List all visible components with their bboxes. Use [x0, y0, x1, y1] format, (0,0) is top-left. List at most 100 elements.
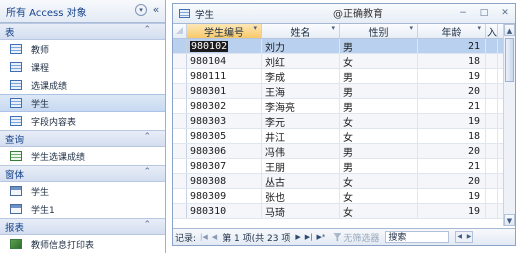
name-cell[interactable]: 刘力	[262, 39, 340, 53]
sex-cell[interactable]: 女	[340, 114, 418, 128]
table-row[interactable]: 980102 刘力 男 21	[173, 39, 515, 54]
table-row[interactable]: 980302 李海亮 男 21	[173, 99, 515, 114]
student-id-cell[interactable]: 980302	[187, 99, 262, 113]
name-cell[interactable]: 井江	[262, 129, 340, 143]
name-cell[interactable]: 王海	[262, 84, 340, 98]
sex-cell[interactable]: 女	[340, 129, 418, 143]
record-selector[interactable]	[173, 114, 187, 128]
nav-item[interactable]: 学生	[0, 94, 165, 112]
enroll-cell[interactable]	[486, 99, 498, 113]
student-id-cell[interactable]: 980102	[187, 39, 262, 53]
nav-group-header[interactable]: 表 ⌃	[0, 23, 165, 40]
record-selector[interactable]	[173, 54, 187, 68]
age-cell[interactable]: 18	[418, 129, 486, 143]
last-record-icon[interactable]: ▶|	[305, 233, 313, 241]
chevron-down-icon[interactable]: ▾	[135, 4, 147, 16]
student-id-cell[interactable]: 980309	[187, 189, 262, 203]
nav-pane-header[interactable]: 所有 Access 对象 ▾ «	[0, 0, 165, 23]
scroll-down-icon[interactable]: ▼	[504, 214, 515, 226]
double-chevron-left-icon[interactable]: «	[150, 4, 162, 16]
dropdown-arrow-icon[interactable]: ▾	[477, 24, 481, 32]
age-cell[interactable]: 19	[418, 69, 486, 83]
table-row[interactable]: 980301 王海 男 20	[173, 84, 515, 99]
sex-cell[interactable]: 男	[340, 99, 418, 113]
previous-record-icon[interactable]: ◀	[212, 233, 217, 241]
name-cell[interactable]: 王朋	[262, 159, 340, 173]
age-cell[interactable]: 21	[418, 39, 486, 53]
student-id-cell[interactable]: 980303	[187, 114, 262, 128]
document-tab[interactable]: 学生 @正确教育 − □ ✕	[173, 4, 515, 24]
column-header-student-id[interactable]: 学生编号 ▾	[187, 24, 262, 39]
table-row[interactable]: 980309 张也 女 19	[173, 189, 515, 204]
name-cell[interactable]: 丛古	[262, 174, 340, 188]
sex-cell[interactable]: 男	[340, 144, 418, 158]
select-all-button[interactable]	[173, 24, 187, 38]
sex-cell[interactable]: 男	[340, 159, 418, 173]
student-id-cell[interactable]: 980305	[187, 129, 262, 143]
column-header-enroll[interactable]: 入	[486, 24, 498, 38]
dropdown-arrow-icon[interactable]: ▾	[409, 24, 413, 32]
enroll-cell[interactable]	[486, 189, 498, 203]
record-selector[interactable]	[173, 159, 187, 173]
record-selector[interactable]	[173, 84, 187, 98]
first-record-icon[interactable]: |◀	[200, 233, 208, 241]
name-cell[interactable]: 马琦	[262, 204, 340, 218]
table-row[interactable]: 980306 冯伟 男 20	[173, 144, 515, 159]
table-row[interactable]: 980310 马琦 女 19	[173, 204, 515, 219]
age-cell[interactable]: 18	[418, 54, 486, 68]
new-record-icon[interactable]: ▶*	[316, 233, 325, 241]
name-cell[interactable]: 李海亮	[262, 99, 340, 113]
student-id-cell[interactable]: 980104	[187, 54, 262, 68]
enroll-cell[interactable]	[486, 129, 498, 143]
record-selector[interactable]	[173, 69, 187, 83]
nav-item[interactable]: 教师信息打印表	[0, 235, 165, 253]
table-row[interactable]: 980305 井江 女 18	[173, 129, 515, 144]
age-cell[interactable]: 20	[418, 84, 486, 98]
age-cell[interactable]: 19	[418, 204, 486, 218]
nav-group-header[interactable]: 查询 ⌃	[0, 130, 165, 147]
nav-item[interactable]: 学生选课成绩	[0, 147, 165, 165]
chevron-up-icon[interactable]: ⌃	[143, 167, 151, 177]
sex-cell[interactable]: 男	[340, 69, 418, 83]
column-header-sex[interactable]: 性别 ▾	[340, 24, 418, 39]
enroll-cell[interactable]	[486, 174, 498, 188]
scrollbar-thumb[interactable]	[505, 38, 514, 82]
name-cell[interactable]: 刘红	[262, 54, 340, 68]
record-selector[interactable]	[173, 39, 187, 53]
vertical-scrollbar[interactable]: ▲ ▼	[503, 24, 515, 226]
age-cell[interactable]: 20	[418, 144, 486, 158]
sex-cell[interactable]: 女	[340, 189, 418, 203]
sex-cell[interactable]: 女	[340, 204, 418, 218]
nav-group-header[interactable]: 报表 ⌃	[0, 218, 165, 235]
column-header-age[interactable]: 年龄 ▾	[418, 24, 486, 39]
table-row[interactable]: 980104 刘红 女 18	[173, 54, 515, 69]
table-row[interactable]: 980308 丛古 女 20	[173, 174, 515, 189]
enroll-cell[interactable]	[486, 54, 498, 68]
student-id-cell[interactable]: 980306	[187, 144, 262, 158]
dropdown-arrow-icon[interactable]: ▾	[331, 24, 335, 32]
student-id-cell[interactable]: 980307	[187, 159, 262, 173]
column-header-name[interactable]: 姓名 ▾	[262, 24, 340, 39]
name-cell[interactable]: 张也	[262, 189, 340, 203]
record-position-input[interactable]: 第 1 项(共 23 项	[222, 231, 290, 244]
sex-cell[interactable]: 女	[340, 174, 418, 188]
close-icon[interactable]: ✕	[499, 7, 511, 19]
student-id-cell[interactable]: 980308	[187, 174, 262, 188]
maximize-icon[interactable]: □	[478, 7, 490, 19]
nav-item[interactable]: 教师	[0, 40, 165, 58]
age-cell[interactable]: 19	[418, 189, 486, 203]
record-selector[interactable]	[173, 189, 187, 203]
table-row[interactable]: 980307 王朋 男 21	[173, 159, 515, 174]
record-selector[interactable]	[173, 99, 187, 113]
student-id-cell[interactable]: 980111	[187, 69, 262, 83]
sex-cell[interactable]: 男	[340, 84, 418, 98]
next-record-icon[interactable]: ▶	[295, 233, 300, 241]
nav-item[interactable]: 选课成绩	[0, 76, 165, 94]
age-cell[interactable]: 19	[418, 114, 486, 128]
scroll-left-icon[interactable]: ◀	[457, 232, 462, 242]
nav-item[interactable]: 课程	[0, 58, 165, 76]
scroll-right-icon[interactable]: ▶	[467, 232, 472, 242]
enroll-cell[interactable]	[486, 114, 498, 128]
chevron-up-icon[interactable]: ⌃	[143, 25, 151, 35]
table-row[interactable]: 980303 李元 女 19	[173, 114, 515, 129]
